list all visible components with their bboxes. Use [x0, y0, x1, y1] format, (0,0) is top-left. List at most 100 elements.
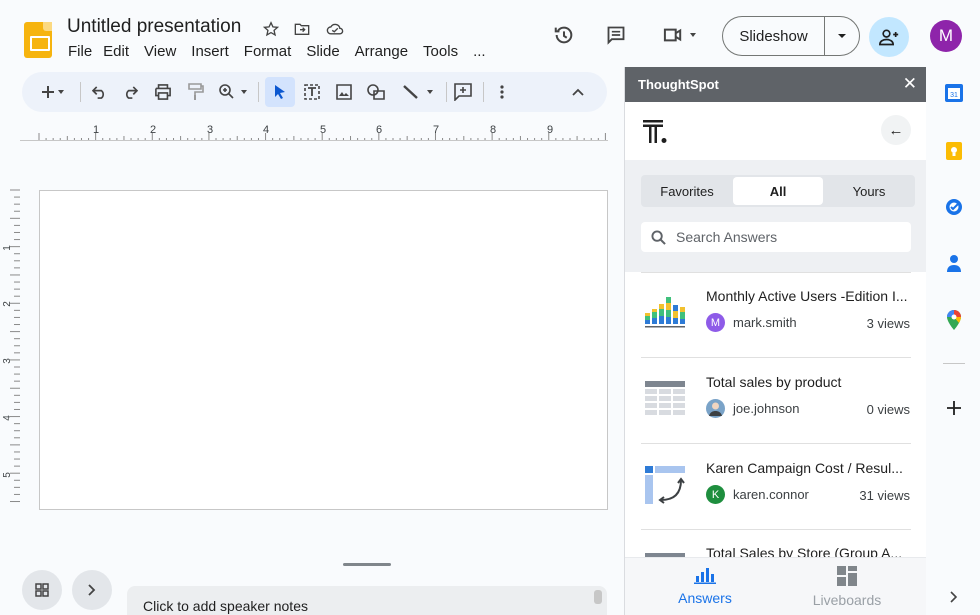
- share-button[interactable]: [869, 17, 909, 57]
- search-input[interactable]: Search Answers: [641, 222, 911, 252]
- new-slide-icon[interactable]: [38, 82, 68, 102]
- list-item[interactable]: Karen Campaign Cost / Resul... K karen.c…: [625, 444, 927, 530]
- panel-header: ThoughtSpot ✕: [625, 67, 927, 102]
- ruler-mark-5: 5: [320, 125, 326, 136]
- ruler-mark-9: 9: [547, 125, 553, 136]
- vertical-ruler: 1 2 3 4 5: [2, 189, 20, 503]
- table-icon: [645, 553, 685, 557]
- table-icon: [645, 381, 685, 415]
- meet-video-icon[interactable]: [659, 24, 701, 46]
- menu-edit[interactable]: Edit: [103, 43, 137, 60]
- print-icon[interactable]: [152, 82, 174, 102]
- bar-chart-icon: [645, 297, 685, 328]
- image-icon[interactable]: [334, 82, 354, 102]
- answer-title: Monthly Active Users -Edition I...: [706, 288, 908, 304]
- search-placeholder: Search Answers: [676, 229, 778, 245]
- answer-title: Total sales by product: [706, 374, 842, 390]
- menu-view[interactable]: View: [144, 43, 184, 60]
- side-apps-rail: 31: [926, 67, 980, 615]
- menu-tools[interactable]: Tools: [423, 43, 466, 60]
- list-item[interactable]: Total sales by product joe.johnson 0 vie…: [625, 358, 927, 444]
- panel-bottom-nav: Answers Liveboards: [625, 557, 927, 615]
- add-addon-icon[interactable]: [944, 398, 964, 418]
- tab-all[interactable]: All: [733, 177, 823, 205]
- svg-text:31: 31: [950, 92, 958, 99]
- slides-logo-icon[interactable]: [24, 22, 52, 58]
- arrow-left-icon: ←: [888, 121, 904, 139]
- thoughtspot-logo-icon: [643, 120, 667, 143]
- nav-answers-label: Answers: [678, 590, 732, 606]
- account-avatar[interactable]: M: [930, 20, 962, 52]
- more-options-icon[interactable]: [494, 82, 510, 102]
- add-comment-icon[interactable]: [452, 82, 474, 102]
- nav-answers[interactable]: Answers: [645, 566, 765, 606]
- liveboard-icon: [837, 566, 857, 586]
- slideshow-button[interactable]: Slideshow: [722, 16, 824, 56]
- chevron-right-icon[interactable]: [944, 587, 964, 607]
- ruler-mark-3: 3: [207, 125, 213, 136]
- menu-file[interactable]: File: [68, 43, 100, 60]
- shape-icon[interactable]: [365, 82, 387, 102]
- ruler-mark-6: 6: [376, 125, 382, 136]
- horizontal-ruler: 1 2 3 4 5 6 7 8 9: [20, 125, 608, 141]
- user-photo-avatar: [706, 399, 725, 418]
- grid-view-button[interactable]: [22, 570, 62, 610]
- grid-icon: [35, 583, 49, 597]
- menu-format[interactable]: Format: [244, 43, 300, 60]
- notes-scrollbar[interactable]: [594, 590, 602, 604]
- menu-slide[interactable]: Slide: [306, 43, 347, 60]
- slideshow-options-button[interactable]: [824, 16, 860, 56]
- user-avatar: K: [706, 485, 725, 504]
- show-filmstrip-button[interactable]: [72, 570, 112, 610]
- answer-title: Karen Campaign Cost / Resul...: [706, 460, 903, 476]
- collapse-toolbar-icon[interactable]: [568, 82, 588, 102]
- left-ruler-mark-3: 3: [2, 358, 13, 364]
- comments-icon[interactable]: [605, 24, 627, 46]
- left-ruler-mark-4: 4: [2, 415, 13, 421]
- calendar-icon[interactable]: 31: [944, 83, 964, 103]
- pivot-icon: [645, 466, 685, 504]
- owner-name: joe.johnson: [733, 401, 800, 416]
- notes-resize-handle[interactable]: [343, 563, 391, 566]
- list-item[interactable]: Monthly Active Users -Edition I... M mar…: [625, 272, 927, 358]
- cloud-saved-icon[interactable]: [324, 18, 346, 40]
- contacts-icon[interactable]: [944, 253, 964, 273]
- paint-format-icon[interactable]: [185, 82, 207, 102]
- text-box-icon[interactable]: [302, 82, 322, 102]
- search-icon: [651, 229, 666, 245]
- zoom-icon[interactable]: [217, 82, 251, 102]
- menu-more[interactable]: ...: [473, 43, 494, 60]
- list-item[interactable]: Total Sales by Store (Group A...: [625, 530, 927, 557]
- owner-name: karen.connor: [733, 487, 809, 502]
- select-cursor-icon[interactable]: [270, 82, 290, 102]
- nav-liveboards[interactable]: Liveboards: [787, 566, 907, 608]
- line-icon[interactable]: [399, 82, 439, 102]
- ruler-mark-8: 8: [490, 125, 496, 136]
- maps-icon[interactable]: [944, 310, 964, 330]
- tab-yours[interactable]: Yours: [823, 175, 915, 207]
- thoughtspot-panel: ThoughtSpot ✕ ← Favorites All Yours Sear…: [624, 67, 927, 615]
- answer-owner: K karen.connor: [706, 485, 809, 504]
- user-avatar: M: [706, 313, 725, 332]
- star-icon[interactable]: [260, 18, 282, 40]
- tasks-icon[interactable]: [944, 197, 964, 217]
- back-button[interactable]: ←: [881, 115, 911, 145]
- speaker-notes[interactable]: Click to add speaker notes: [127, 586, 607, 615]
- slide-canvas[interactable]: [39, 190, 608, 510]
- answer-title: Total Sales by Store (Group A...: [706, 545, 903, 557]
- toolbar: [22, 72, 607, 112]
- menu-insert[interactable]: Insert: [191, 43, 237, 60]
- answer-owner: joe.johnson: [706, 399, 800, 418]
- document-title[interactable]: Untitled presentation: [67, 16, 241, 38]
- move-to-folder-icon[interactable]: [291, 18, 313, 40]
- answer-owner: M mark.smith: [706, 313, 797, 332]
- close-icon[interactable]: ✕: [903, 75, 917, 92]
- keep-icon[interactable]: [944, 141, 964, 161]
- tab-favorites[interactable]: Favorites: [641, 175, 733, 207]
- version-history-icon[interactable]: [553, 24, 575, 46]
- ruler-mark-2: 2: [150, 125, 156, 136]
- menu-arrange[interactable]: Arrange: [355, 43, 416, 60]
- undo-icon[interactable]: [89, 82, 109, 102]
- chevron-right-icon: [88, 584, 96, 596]
- redo-icon[interactable]: [120, 82, 140, 102]
